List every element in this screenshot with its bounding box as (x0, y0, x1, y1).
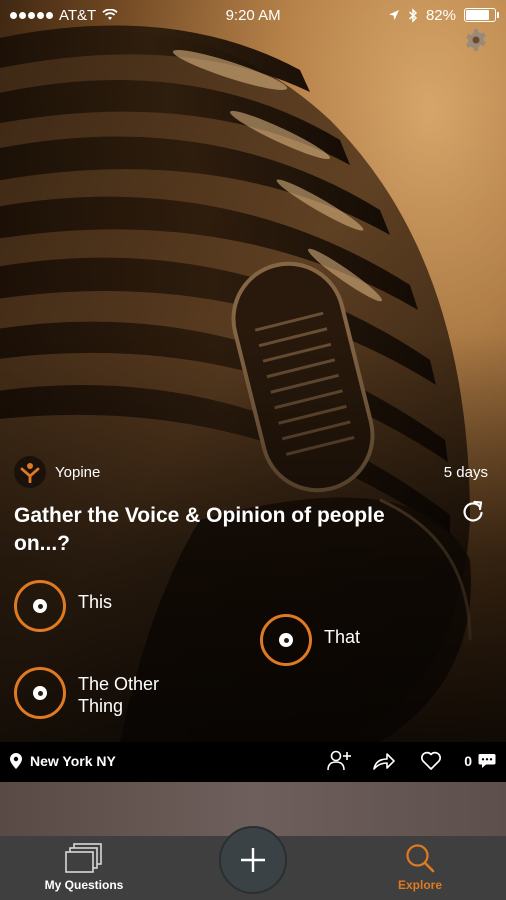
location: New York NY (10, 753, 116, 769)
poll-age: 5 days (443, 463, 488, 481)
wifi-icon (102, 9, 118, 20)
poll-question: Gather the Voice & Opinion of people on.… (14, 504, 385, 555)
author-name[interactable]: Yopine (55, 464, 100, 481)
share-icon (373, 753, 396, 770)
location-pin-icon (10, 753, 22, 769)
poll-option-that[interactable]: That (260, 614, 360, 666)
battery-icon (464, 8, 499, 22)
share-button[interactable] (372, 751, 396, 771)
location-label: New York NY (30, 753, 116, 769)
status-bar: AT&T 9:20 AM 82% (0, 0, 506, 30)
search-icon (406, 844, 435, 873)
tab-my-questions-label: My Questions (44, 878, 124, 892)
yopine-logo-icon[interactable] (14, 456, 46, 488)
poll-option-this[interactable]: This (14, 580, 112, 632)
settings-button[interactable] (464, 28, 488, 52)
tab-my-questions[interactable]: My Questions (9, 836, 159, 900)
location-arrow-icon (388, 10, 399, 20)
option-label: This (78, 592, 113, 612)
poll-actions: 0 (306, 749, 496, 773)
comment-button[interactable] (478, 753, 496, 769)
option-label: The Other Thing (78, 674, 160, 716)
add-friend-button[interactable] (326, 749, 352, 773)
gear-icon (466, 29, 486, 51)
option-radio-icon[interactable] (260, 614, 312, 666)
option-radio-icon[interactable] (14, 580, 66, 632)
tab-explore[interactable]: Explore (345, 836, 495, 900)
poll-author-row: Yopine 5 days (14, 456, 488, 488)
poll-info-bar: New York NY 0 (0, 742, 506, 780)
option-radio-icon[interactable] (14, 667, 66, 719)
comment-icon (478, 754, 496, 768)
refresh-icon (463, 500, 483, 522)
heart-icon (421, 751, 442, 770)
carrier-label: AT&T (59, 6, 97, 24)
poll-option-other-thing[interactable]: The Other Thing (14, 667, 188, 719)
like-button[interactable] (420, 751, 442, 771)
battery-fill (466, 10, 489, 20)
status-right: 82% (388, 6, 499, 24)
add-question-button[interactable] (219, 826, 287, 894)
tab-explore-label: Explore (397, 878, 442, 892)
status-left: AT&T (10, 7, 118, 24)
option-label: That (324, 627, 361, 647)
comment-count: 0 (464, 753, 472, 769)
stack-icon (65, 843, 102, 873)
bluetooth-icon (408, 7, 418, 23)
plus-icon (241, 848, 265, 872)
signal-dots-icon (10, 11, 53, 19)
status-time: 9:20 AM (225, 6, 281, 24)
refresh-button[interactable] (460, 498, 486, 524)
add-friend-icon (327, 750, 352, 771)
battery-percent: 82% (425, 6, 456, 24)
